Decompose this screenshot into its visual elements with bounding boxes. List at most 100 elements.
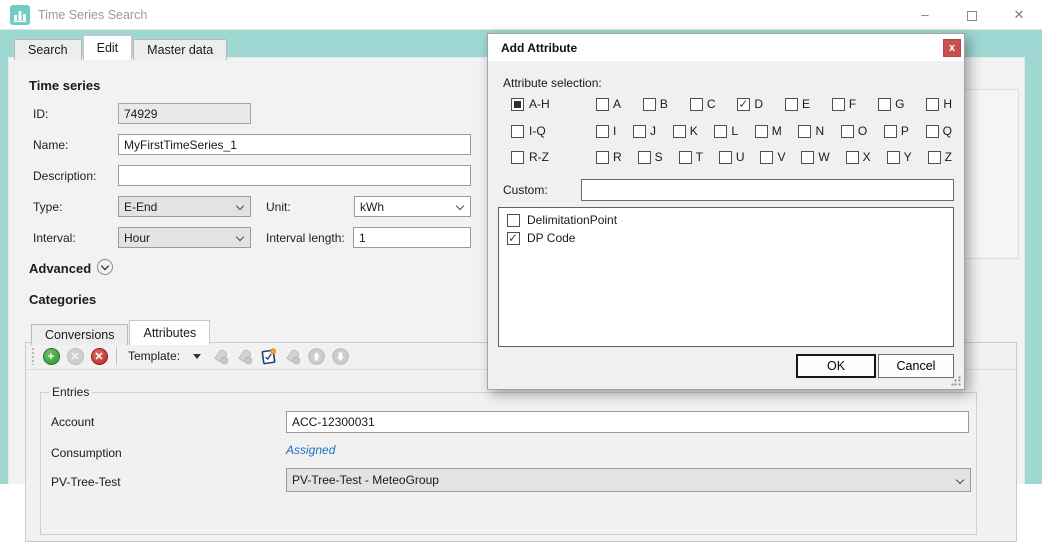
name-field[interactable] [118,134,471,155]
tab-master-data[interactable]: Master data [133,39,227,60]
description-field[interactable] [118,165,471,186]
group-a-h-checkbox[interactable] [511,98,524,111]
letter-S-checkbox[interactable] [638,151,651,164]
letter-Q-checkbox[interactable] [926,125,939,138]
attribute-letter-O[interactable]: O [841,124,867,138]
load-template-button-disabled[interactable] [234,346,254,366]
group-a-h[interactable]: A-H [511,97,550,111]
maximize-button[interactable] [955,0,989,29]
letter-F-checkbox[interactable] [832,98,845,111]
attribute-list-item[interactable]: DP Code [507,229,953,247]
attribute-letter-F[interactable]: F [832,97,856,111]
dialog-resize-grip[interactable] [951,376,961,386]
group-i-q-label: I-Q [529,124,546,138]
attribute-letter-A[interactable]: A [596,97,621,111]
account-field[interactable] [286,411,969,433]
letter-Z-checkbox[interactable] [928,151,941,164]
close-button[interactable]: ✕ [1002,0,1036,29]
attribute-letter-J[interactable]: J [633,124,656,138]
letter-Y-checkbox[interactable] [887,151,900,164]
assigned-link[interactable]: Assigned [286,443,335,457]
attribute-letter-Q[interactable]: Q [926,124,952,138]
attribute-letter-B[interactable]: B [643,97,668,111]
attribute-letter-V[interactable]: V [760,150,785,164]
attribute-letter-Y[interactable]: Y [887,150,912,164]
attribute-letter-S[interactable]: S [638,150,663,164]
letter-M-checkbox[interactable] [755,125,768,138]
attribute-letter-K[interactable]: K [673,124,698,138]
apply-template-button-disabled[interactable] [282,346,302,366]
chevron-down-icon [956,476,964,484]
tab-edit[interactable]: Edit [83,35,133,60]
letter-J-checkbox[interactable] [633,125,646,138]
minimize-button[interactable]: – [908,0,942,29]
add-attribute-button[interactable]: + [41,346,61,366]
group-r-z[interactable]: R-Z [511,150,549,164]
letter-N-checkbox[interactable] [798,125,811,138]
type-select[interactable]: E-End [118,196,251,217]
group-i-q-checkbox[interactable] [511,125,524,138]
maximize-icon [967,11,977,21]
advanced-expand-button[interactable] [97,259,113,275]
letter-D-checkbox[interactable] [737,98,750,111]
template-dropdown-button[interactable] [188,347,206,365]
move-down-button-disabled[interactable] [330,346,350,366]
letter-V-checkbox[interactable] [760,151,773,164]
tab-search[interactable]: Search [14,39,82,60]
attribute-list[interactable]: DelimitationPointDP Code [498,207,954,347]
letter-P-checkbox[interactable] [884,125,897,138]
letter-U-checkbox[interactable] [719,151,732,164]
letter-C-checkbox[interactable] [690,98,703,111]
attribute-letter-T[interactable]: T [679,150,703,164]
letter-I-checkbox[interactable] [596,125,609,138]
ok-button[interactable]: OK [796,354,876,378]
tab-conversions[interactable]: Conversions [31,324,128,345]
letter-T-checkbox[interactable] [679,151,692,164]
unit-select[interactable]: kWh [354,196,471,217]
delete-all-attributes-button[interactable]: ✕ [89,346,109,366]
attribute-letter-D[interactable]: D [737,97,763,111]
letter-H-checkbox[interactable] [926,98,939,111]
attribute-letter-R[interactable]: R [596,150,622,164]
letter-W-checkbox[interactable] [801,151,814,164]
move-up-button-disabled[interactable] [306,346,326,366]
group-r-z-checkbox[interactable] [511,151,524,164]
attribute-letter-H[interactable]: H [926,97,952,111]
letter-X-checkbox[interactable] [846,151,859,164]
letter-E-checkbox[interactable] [785,98,798,111]
attribute-letter-E[interactable]: E [785,97,810,111]
letter-O-checkbox[interactable] [841,125,854,138]
dialog-close-button[interactable]: x [943,39,961,57]
tab-attributes[interactable]: Attributes [129,320,210,345]
letter-A-checkbox[interactable] [596,98,609,111]
attribute-letter-N[interactable]: N [798,124,824,138]
attribute-letter-L[interactable]: L [714,124,738,138]
attribute-letter-P[interactable]: P [884,124,909,138]
attribute-letter-G[interactable]: G [878,97,904,111]
list-item-checkbox[interactable] [507,214,520,227]
attribute-letter-Z[interactable]: Z [928,150,952,164]
pv-tree-test-select[interactable]: PV-Tree-Test - MeteoGroup [286,468,971,492]
remove-attribute-button-disabled[interactable]: ✕ [65,346,85,366]
letter-B-checkbox[interactable] [643,98,656,111]
attribute-letter-M[interactable]: M [755,124,782,138]
interval-select[interactable]: Hour [118,227,251,248]
group-i-q[interactable]: I-Q [511,124,546,138]
attribute-letter-I[interactable]: I [596,124,616,138]
id-field[interactable] [118,103,251,124]
letter-R-checkbox[interactable] [596,151,609,164]
letter-L-checkbox[interactable] [714,125,727,138]
letter-G-checkbox[interactable] [878,98,891,111]
letter-K-checkbox[interactable] [673,125,686,138]
save-template-button-disabled[interactable] [210,346,230,366]
attribute-list-item[interactable]: DelimitationPoint [507,211,953,229]
attribute-letter-W[interactable]: W [801,150,829,164]
edit-template-button[interactable] [258,346,278,366]
attribute-letter-C[interactable]: C [690,97,716,111]
attribute-letter-X[interactable]: X [846,150,871,164]
custom-input[interactable] [581,179,954,201]
list-item-checkbox[interactable] [507,232,520,245]
attribute-letter-U[interactable]: U [719,150,745,164]
cancel-button[interactable]: Cancel [878,354,954,378]
interval-length-field[interactable] [353,227,471,248]
